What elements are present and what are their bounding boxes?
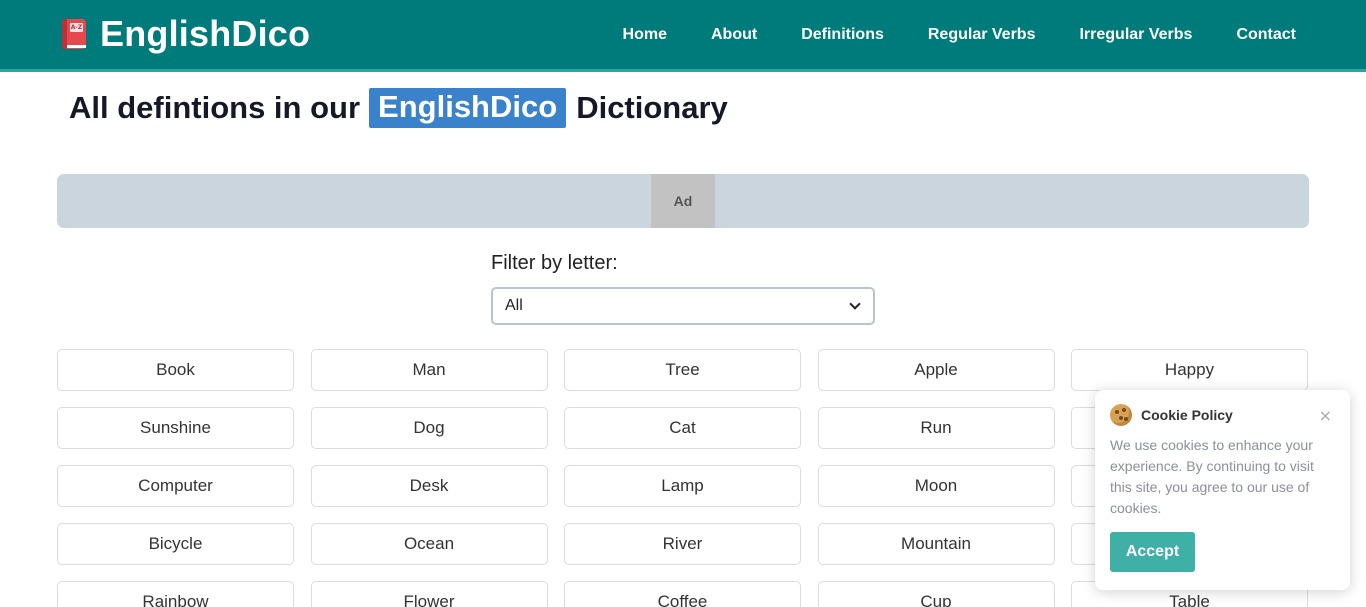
nav-regular-verbs[interactable]: Regular Verbs xyxy=(928,26,1036,44)
word-card[interactable]: Dog xyxy=(310,407,548,449)
nav-about[interactable]: About xyxy=(711,26,757,44)
page-title-suffix: Dictionary xyxy=(576,90,728,125)
word-card[interactable]: Ocean xyxy=(310,523,548,565)
word-card[interactable]: Happy xyxy=(1071,349,1308,391)
brand-logo-link[interactable]: A-Z EnglishDico xyxy=(60,12,310,56)
cookie-popup: Cookie Policy × We use cookies to enhanc… xyxy=(1095,390,1350,590)
close-icon[interactable]: × xyxy=(1319,406,1332,425)
cookie-text: We use cookies to enhance your experienc… xyxy=(1110,437,1314,516)
main-nav: Home About Definitions Regular Verbs Irr… xyxy=(579,0,1296,69)
nav-contact[interactable]: Contact xyxy=(1236,26,1296,44)
word-card[interactable]: Man xyxy=(310,349,548,391)
book-az-icon: A-Z xyxy=(60,17,88,51)
word-card[interactable]: Sunshine xyxy=(57,407,294,449)
word-card[interactable]: Lamp xyxy=(564,465,801,507)
nav-definitions[interactable]: Definitions xyxy=(801,26,884,44)
nav-home[interactable]: Home xyxy=(623,26,667,44)
word-card[interactable]: Coffee xyxy=(564,581,801,607)
cookie-title: Cookie Policy xyxy=(1141,407,1233,423)
word-card[interactable]: Computer xyxy=(57,465,294,507)
word-card[interactable]: Cup xyxy=(817,581,1055,607)
brand-name: EnglishDico xyxy=(100,13,311,54)
word-card[interactable]: Bicycle xyxy=(57,523,294,565)
word-card[interactable]: River xyxy=(564,523,801,565)
filter-selected-value: All xyxy=(505,297,523,314)
page-title-highlight: EnglishDico xyxy=(369,88,567,128)
word-card[interactable]: Apple xyxy=(817,349,1055,391)
word-card[interactable]: Rainbow xyxy=(57,581,294,607)
ad-label[interactable]: Ad xyxy=(651,174,715,228)
word-card[interactable]: Tree xyxy=(564,349,801,391)
page-title: All defintions in our EnglishDico Dictio… xyxy=(69,87,728,129)
ad-banner: Ad xyxy=(57,174,1309,228)
word-card[interactable]: Desk xyxy=(310,465,548,507)
letter-filter-select[interactable]: All xyxy=(491,287,875,325)
filter-label: Filter by letter: xyxy=(491,252,618,274)
word-card[interactable]: Run xyxy=(817,407,1055,449)
word-card[interactable]: Flower xyxy=(310,581,548,607)
site-header: A-Z EnglishDico Home About Definitions R… xyxy=(0,0,1366,72)
accept-cookies-button[interactable]: Accept xyxy=(1110,532,1195,572)
nav-irregular-verbs[interactable]: Irregular Verbs xyxy=(1079,26,1192,44)
page-title-prefix: All defintions in our xyxy=(69,90,361,125)
word-card[interactable]: Cat xyxy=(564,407,801,449)
cookie-icon xyxy=(1110,404,1132,426)
word-card[interactable]: Book xyxy=(57,349,294,391)
chevron-down-icon xyxy=(849,298,861,310)
word-card[interactable]: Mountain xyxy=(817,523,1055,565)
word-card[interactable]: Moon xyxy=(817,465,1055,507)
